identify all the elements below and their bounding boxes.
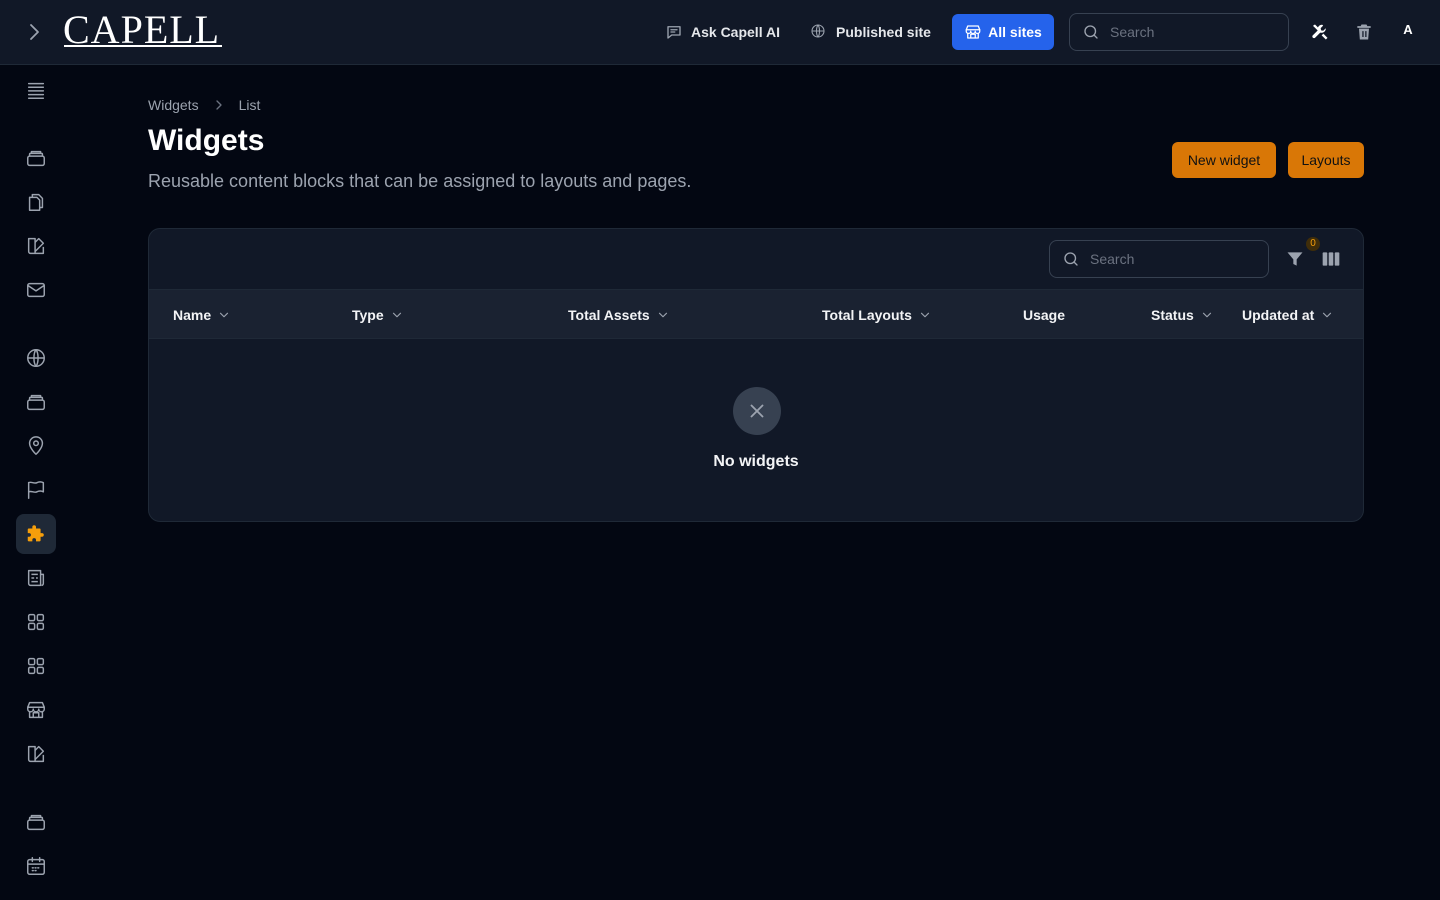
map-pin-icon[interactable]	[16, 426, 56, 466]
ask-ai-button[interactable]: Ask Capell AI	[665, 20, 780, 44]
global-search[interactable]	[1069, 13, 1289, 51]
column-header-label: Type	[352, 306, 384, 323]
filter-count-badge: 0	[1306, 237, 1320, 251]
swatch-icon[interactable]	[16, 734, 56, 774]
published-site-link[interactable]: Published site	[810, 20, 931, 44]
column-header-label: Usage	[1023, 306, 1066, 323]
calendar-icon[interactable]	[16, 846, 56, 886]
chevron-down-icon	[217, 308, 231, 322]
top-bar: CAPELL Ask Capell AI Published site All …	[0, 0, 1440, 65]
column-header-total-assets[interactable]: Total Assets	[568, 290, 670, 339]
column-header-label: Updated at	[1242, 306, 1315, 323]
documents-icon[interactable]	[16, 182, 56, 222]
columns-icon[interactable]	[1321, 249, 1341, 269]
breadcrumb-widgets[interactable]: Widgets	[148, 97, 199, 113]
breadcrumb-list: List	[238, 97, 261, 113]
storefront-icon	[964, 23, 982, 41]
table-search-input[interactable]	[1090, 251, 1240, 267]
global-search-input[interactable]	[1110, 24, 1260, 40]
newspaper-icon[interactable]	[16, 558, 56, 598]
mail-icon[interactable]	[16, 270, 56, 310]
page-description: Reusable content blocks that can be assi…	[148, 171, 692, 191]
chevron-down-icon	[918, 308, 932, 322]
column-header-label: Status	[1151, 306, 1194, 323]
column-header-name[interactable]: Name	[173, 290, 231, 339]
tools-icon[interactable]	[1310, 22, 1330, 42]
chat-bubble-icon	[665, 23, 683, 41]
storefront-icon[interactable]	[16, 690, 56, 730]
new-widget-button[interactable]: New widget	[1172, 142, 1276, 178]
puzzle-icon[interactable]	[16, 514, 56, 554]
column-header-usage: Usage	[1023, 290, 1065, 339]
widgets-table-card: 0 Name Type Total Assets Total Layouts U…	[148, 228, 1364, 522]
close-icon	[733, 387, 781, 435]
column-header-type[interactable]: Type	[352, 290, 404, 339]
search-icon	[1082, 23, 1100, 41]
logo-underline	[64, 45, 222, 47]
published-site-label: Published site	[836, 24, 931, 40]
stack-icon[interactable]	[16, 802, 56, 842]
column-header-label: Total Assets	[568, 306, 650, 323]
all-sites-label: All sites	[988, 24, 1042, 40]
trash-icon[interactable]	[1354, 22, 1374, 42]
column-header-total-layouts[interactable]: Total Layouts	[822, 290, 932, 339]
chevron-down-icon	[1200, 308, 1214, 322]
globe-icon	[810, 23, 828, 41]
column-header-label: Name	[173, 306, 212, 323]
chevron-right-icon	[211, 97, 227, 113]
breadcrumb: Widgets List	[148, 97, 260, 113]
filter-icon[interactable]	[1285, 249, 1305, 269]
empty-state-message: No widgets	[713, 453, 799, 470]
all-sites-button[interactable]: All sites	[952, 14, 1054, 50]
flag-icon[interactable]	[16, 470, 56, 510]
table-search[interactable]	[1049, 240, 1269, 278]
grid-icon[interactable]	[16, 646, 56, 686]
chevron-down-icon	[656, 308, 670, 322]
search-icon	[1062, 250, 1080, 268]
chevron-down-icon	[390, 308, 404, 322]
stack-icon[interactable]	[16, 382, 56, 422]
column-header-status[interactable]: Status	[1151, 290, 1214, 339]
layouts-button[interactable]: Layouts	[1288, 142, 1364, 178]
column-header-updated-at[interactable]: Updated at	[1242, 290, 1334, 339]
globe-icon[interactable]	[16, 338, 56, 378]
ask-ai-label: Ask Capell AI	[691, 24, 780, 40]
stack-icon[interactable]	[16, 138, 56, 178]
page-title: Widgets	[148, 124, 265, 157]
list-icon[interactable]	[16, 70, 56, 110]
column-header-label: Total Layouts	[822, 306, 912, 323]
chevron-down-icon	[1320, 308, 1334, 322]
grid-icon[interactable]	[16, 602, 56, 642]
expand-sidebar-chevron-icon[interactable]	[22, 20, 46, 44]
user-avatar[interactable]: A	[1396, 18, 1420, 42]
table-toolbar: 0	[149, 229, 1363, 290]
table-header: Name Type Total Assets Total Layouts Usa…	[149, 290, 1363, 339]
swatch-icon[interactable]	[16, 226, 56, 266]
